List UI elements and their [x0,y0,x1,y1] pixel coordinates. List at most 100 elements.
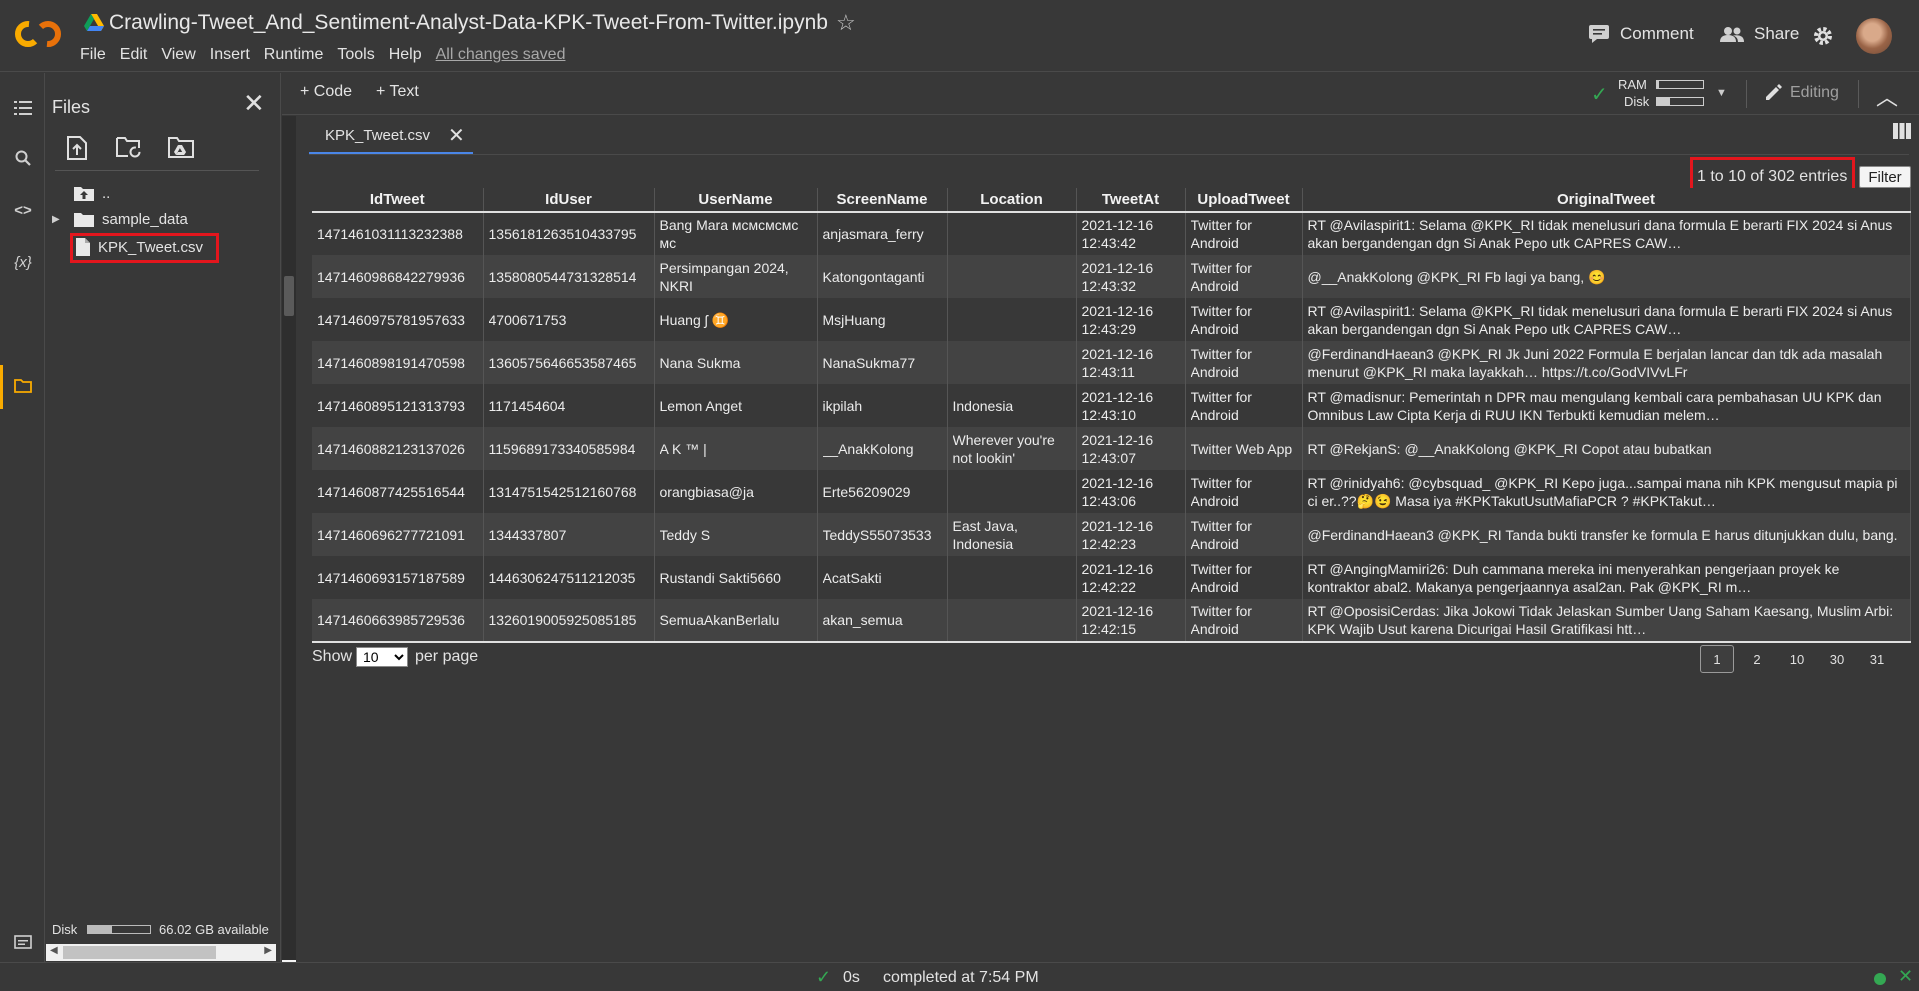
editing-mode-button[interactable]: Editing [1764,84,1839,102]
scrollbar-thumb[interactable] [63,946,216,959]
table-row[interactable]: 1471460693157187589 1446306247511212035 Ru… [312,556,1911,599]
colab-logo[interactable] [14,16,62,52]
cell-text: 1471460882123137026 [317,440,465,457]
menu-tools[interactable]: Tools [337,46,382,64]
vertical-scrollbar[interactable] [282,116,296,960]
code-snippets-icon[interactable]: <> [12,199,34,221]
tree-item-label: sample_data [102,210,188,228]
column-header-uploadtweet[interactable]: UploadTweet [1185,188,1303,213]
table-cell-idtweet: 1471460663985729536 [312,599,484,643]
cell-text: Twitter for Android [1190,345,1252,380]
table-row[interactable]: 1471460663985729536 1326019005925085185 Se… [312,599,1911,643]
tree-item-label: .. [102,184,111,202]
column-header-idtweet[interactable]: IdTweet [312,188,484,213]
column-header-screenname[interactable]: ScreenName [817,188,948,213]
terminal-icon[interactable] [12,931,34,953]
chevron-up-icon[interactable]: ︿ [1876,80,1898,112]
table-cell-originaltweet: RT @AngingMamiri26: Duh cammana mereka i… [1302,556,1911,599]
menu-view[interactable]: View [161,46,203,64]
scroll-right-icon[interactable]: ▶ [264,945,272,956]
split-view-icon[interactable] [1893,123,1911,139]
table-cell-location: Indonesia [947,384,1077,427]
cell-text: Huang ʃ ♊ [659,311,730,328]
notebook-title[interactable]: Crawling-Tweet_And_Sentiment-Analyst-Dat… [109,11,828,35]
gear-icon[interactable] [1812,25,1834,47]
disk-resource-bar[interactable] [1656,97,1704,106]
cell-text: RT @OposisiCerdas: Jika Jokowi Tidak Jel… [1307,603,1894,637]
cell-text: 2021-12-16 12:42:15 [1081,603,1154,637]
page-button-2[interactable]: 2 [1740,645,1774,673]
table-cell-tweetat: 2021-12-16 12:43:29 [1076,298,1186,341]
cell-text: Twitter for Android [1190,388,1252,423]
add-text-button[interactable]: + Text [376,83,419,101]
menu-edit[interactable]: Edit [120,46,156,64]
table-row[interactable]: 1471460898191470598 1360575646653587465 Na… [312,341,1911,384]
active-indicator [0,365,3,409]
table-row[interactable]: 1471460882123137026 1159689173340585984 A … [312,427,1911,470]
close-status-icon[interactable]: ✕ [1898,966,1913,987]
folder-icon[interactable] [12,375,34,397]
mount-drive-icon[interactable] [168,136,194,162]
google-drive-icon[interactable] [84,14,104,32]
close-icon[interactable]: ✕ [243,88,265,119]
menu-insert[interactable]: Insert [210,46,258,64]
star-icon[interactable]: ☆ [836,10,856,36]
cell-text: RT @Avilaspirit1: Selama @KPK_RI tidak m… [1307,217,1893,251]
table-cell-iduser: 1159689173340585984 [483,427,655,470]
page-button-30[interactable]: 30 [1820,645,1854,673]
page-button-1[interactable]: 1 [1700,645,1734,673]
add-code-button[interactable]: + Code [300,83,352,101]
filter-button[interactable]: Filter [1859,166,1911,188]
comment-button[interactable]: Comment [1588,24,1694,44]
menu-runtime[interactable]: Runtime [264,46,332,64]
table-cell-username: orangbiasa@ja [654,470,818,513]
table-cell-username: SemuaAkanBerlalu [654,599,818,643]
highlight-box [70,233,219,263]
ram-usage-bar[interactable] [1656,80,1704,89]
table-row[interactable]: 1471461031113232388 1356181263510433795 Ba… [312,212,1911,255]
left-rail: <> {x} [0,73,45,991]
cell-text: East Java, Indonesia [952,517,1018,552]
upload-file-icon[interactable] [66,136,92,162]
column-header-tweetat[interactable]: TweetAt [1076,188,1186,213]
chevron-down-icon[interactable]: ▼ [1716,87,1727,99]
table-row[interactable]: 1471460895121313793 1171454604 Lemon Anget… [312,384,1911,427]
tree-item-parent[interactable]: .. [74,182,110,204]
tab-kpk-tweet-csv[interactable]: KPK_Tweet.csv ✕ [309,118,473,154]
column-header-originaltweet[interactable]: OriginalTweet [1302,188,1911,213]
table-cell-iduser: 1171454604 [483,384,655,427]
table-cell-screenname: MsjHuang [817,298,948,341]
table-row[interactable]: 1471460877425516544 1314751542512160768 or… [312,470,1911,513]
table-cell-uploadtweet: Twitter for Android [1185,556,1303,599]
table-row[interactable]: 1471460696277721091 1344337807 Teddy S Tedd… [312,513,1911,556]
avatar[interactable] [1856,18,1892,54]
table-cell-uploadtweet: Twitter for Android [1185,341,1303,384]
connected-check-icon[interactable]: ✓ [1591,82,1608,107]
variables-icon[interactable]: {x} [12,251,34,273]
close-tab-icon[interactable]: ✕ [448,123,465,148]
table-cell-screenname: anjasmara_ferry [817,212,948,255]
scroll-left-icon[interactable]: ◀ [50,945,58,956]
search-icon[interactable] [12,147,34,169]
column-header-username[interactable]: UserName [654,188,818,213]
table-row[interactable]: 1471460975781957633 4700671753 Huang ʃ ♊ Ms… [312,298,1911,341]
page-button-10[interactable]: 10 [1780,645,1814,673]
menu-help[interactable]: Help [389,46,430,64]
chevron-right-icon[interactable]: ▶ [52,214,66,225]
table-of-contents-icon[interactable] [12,97,34,119]
table-cell-idtweet: 1471461031113232388 [312,212,484,255]
csv-table: IdTweet IdUser UserName ScreenName Location T… [312,188,1911,643]
table-cell-iduser: 1356181263510433795 [483,212,655,255]
tree-item-sample-data[interactable]: ▶ sample_data [52,208,188,230]
menu-file[interactable]: File [80,46,114,64]
scrollbar-thumb[interactable] [284,276,294,316]
per-page-select[interactable]: 10 [356,647,408,667]
column-header-iduser[interactable]: IdUser [483,188,655,213]
page-button-31[interactable]: 31 [1860,645,1894,673]
refresh-folder-icon[interactable] [116,136,142,162]
table-row[interactable]: 1471460986842279936 1358080544731328514 Pe… [312,255,1911,298]
column-header-location[interactable]: Location [947,188,1077,213]
share-button[interactable]: Share [1720,24,1799,44]
cell-text: 1314751542512160768 [488,483,637,500]
save-status-link[interactable]: All changes saved [436,46,574,64]
